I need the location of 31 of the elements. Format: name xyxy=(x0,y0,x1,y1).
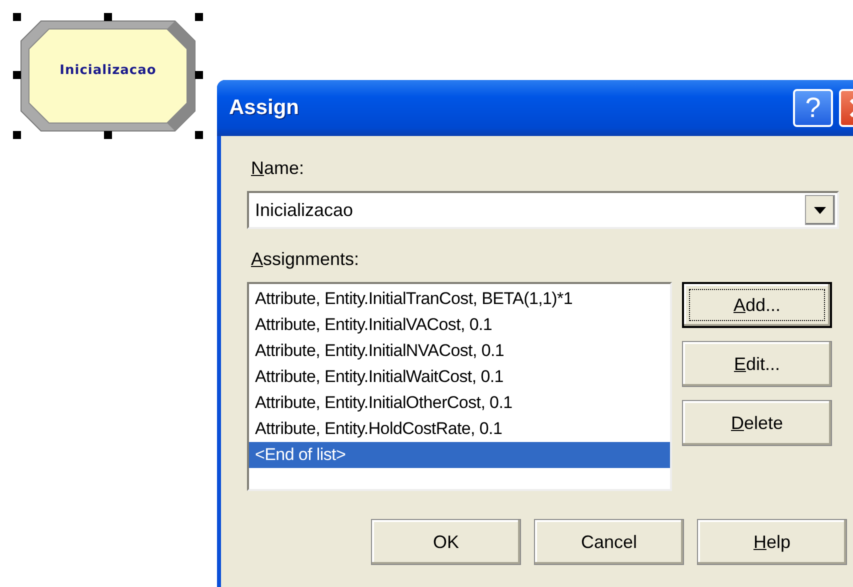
selection-handle[interactable] xyxy=(13,131,21,139)
selection-handle[interactable] xyxy=(195,13,203,21)
dialog-button[interactable]: OK xyxy=(371,519,521,565)
selection-handle[interactable] xyxy=(195,131,203,139)
list-item[interactable]: Attribute, Entity.InitialWaitCost, 0.1 xyxy=(249,364,670,390)
list-item[interactable]: Attribute, Entity.InitialNVACost, 0.1 xyxy=(249,338,670,364)
selection-handle[interactable] xyxy=(104,131,112,139)
list-item[interactable]: <End of list> xyxy=(249,442,670,468)
dialog-button[interactable]: Edit... xyxy=(682,341,832,387)
module-label: Inicializacao xyxy=(58,63,158,78)
dropdown-button[interactable] xyxy=(805,195,835,225)
help-button[interactable]: ? xyxy=(793,89,833,127)
name-label: Name: xyxy=(251,158,304,179)
list-item[interactable]: Attribute, Entity.InitialTranCost, BETA(1,1)*1 xyxy=(249,286,670,312)
assignments-label: Assignments: xyxy=(251,249,360,270)
dialog-button[interactable]: Delete xyxy=(682,400,832,446)
list-item[interactable]: Attribute, Entity.InitialOtherCost, 0.1 xyxy=(249,390,670,416)
selection-handle[interactable] xyxy=(104,13,112,21)
dialog-button[interactable]: Help xyxy=(697,519,847,565)
assignments-list[interactable] xyxy=(247,282,672,491)
selection-handle[interactable] xyxy=(13,13,21,21)
dialog-button[interactable]: Cancel xyxy=(534,519,684,565)
caret-icon xyxy=(814,206,826,214)
dialog-button[interactable]: Add... xyxy=(682,282,832,328)
list-item[interactable]: Attribute, Entity.HoldCostRate, 0.1 xyxy=(249,416,670,442)
name-combo-box[interactable]: Inicializacao xyxy=(247,191,839,229)
window-title: Assign xyxy=(229,96,300,120)
list-item[interactable]: Attribute, Entity.InitialVACost, 0.1 xyxy=(249,312,670,338)
selection-handle[interactable] xyxy=(195,71,203,79)
module-shape[interactable] xyxy=(19,19,197,133)
selection-handle[interactable] xyxy=(13,71,21,79)
